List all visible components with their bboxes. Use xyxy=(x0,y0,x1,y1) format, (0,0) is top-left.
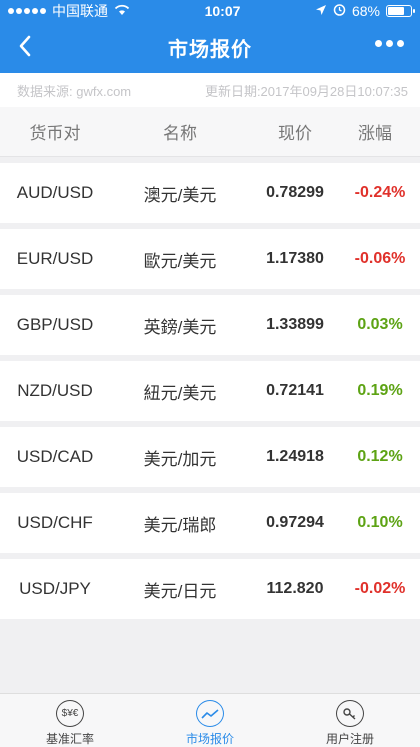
pair-code: USD/JPY xyxy=(19,579,91,598)
change-value: -0.02% xyxy=(354,580,406,597)
quote-row[interactable]: USD/CHF 美元/瑞郎 0.97294 0.10% xyxy=(0,493,420,553)
tab-label: 市场报价 xyxy=(185,732,234,746)
nav-bar: 市场报价 xyxy=(0,22,420,73)
pair-code: EUR/USD xyxy=(16,249,94,268)
tab-label: 用户注册 xyxy=(325,732,374,746)
change-value: 0.10% xyxy=(357,514,403,531)
quote-row[interactable]: USD/JPY 美元/日元 112.820 -0.02% xyxy=(0,559,420,619)
more-button[interactable] xyxy=(369,34,410,53)
back-button[interactable] xyxy=(10,31,40,61)
chart-line-icon xyxy=(196,700,224,727)
header-name: 名称 xyxy=(163,124,197,143)
header-change: 涨幅 xyxy=(358,124,392,143)
battery-label: 68% xyxy=(351,3,380,19)
carrier-label: 中国联通 xyxy=(52,3,108,19)
pair-name: 美元/加元 xyxy=(143,449,217,469)
tab-bar: $¥€ 基准汇率 市场报价 用户注册 xyxy=(0,693,420,747)
table-header: 货币对 名称 现价 涨幅 xyxy=(0,107,420,157)
location-icon xyxy=(315,3,327,19)
key-icon xyxy=(336,700,364,727)
tab-label: 基准汇率 xyxy=(45,732,94,746)
pair-name: 美元/日元 xyxy=(143,581,217,601)
currency-icon: $¥€ xyxy=(56,700,84,727)
change-value: -0.06% xyxy=(354,250,406,267)
tab-base-rate[interactable]: $¥€ 基准汇率 xyxy=(0,694,140,747)
more-dot-icon xyxy=(375,40,382,47)
header-pair: 货币对 xyxy=(29,124,81,143)
tab-register[interactable]: 用户注册 xyxy=(280,694,420,747)
chevron-left-icon xyxy=(19,35,31,57)
pair-code: AUD/USD xyxy=(16,183,94,202)
change-value: -0.24% xyxy=(354,184,406,201)
change-value: 0.03% xyxy=(357,316,403,333)
alarm-icon xyxy=(333,3,346,19)
page-title: 市场报价 xyxy=(168,39,252,61)
change-value: 0.19% xyxy=(357,382,403,399)
quote-row[interactable]: USD/CAD 美元/加元 1.24918 0.12% xyxy=(0,427,420,487)
top-bar: 中国联通 10:07 68% 市场报价 xyxy=(0,0,420,73)
pair-name: 歐元/美元 xyxy=(143,251,217,271)
pair-code: NZD/USD xyxy=(17,381,93,400)
battery-icon xyxy=(386,5,415,17)
quote-row[interactable]: GBP/USD 英鎊/美元 1.33899 0.03% xyxy=(0,295,420,355)
tab-market[interactable]: 市场报价 xyxy=(140,694,280,747)
quote-row[interactable]: NZD/USD 紐元/美元 0.72141 0.19% xyxy=(0,361,420,421)
pair-name: 澳元/美元 xyxy=(143,185,217,205)
data-source: 数据来源: gwfx.com xyxy=(17,83,132,99)
info-bar: 数据来源: gwfx.com 更新日期:2017年09月28日10:07:35 xyxy=(0,73,420,107)
change-value: 0.12% xyxy=(357,448,403,465)
update-date: 更新日期:2017年09月28日10:07:35 xyxy=(204,83,408,99)
quote-row[interactable]: EUR/USD 歐元/美元 1.17380 -0.06% xyxy=(0,229,420,289)
signal-icon xyxy=(8,8,46,14)
pair-code: USD/CAD xyxy=(16,447,94,466)
wifi-icon xyxy=(114,3,130,19)
status-bar: 中国联通 10:07 68% xyxy=(0,0,420,22)
clock-label: 10:07 xyxy=(204,3,241,19)
pair-code: GBP/USD xyxy=(16,315,94,334)
pair-name: 美元/瑞郎 xyxy=(143,515,217,535)
pair-code: USD/CHF xyxy=(17,513,93,532)
quote-row[interactable]: AUD/USD 澳元/美元 0.78299 -0.24% xyxy=(0,163,420,223)
pair-name: 英鎊/美元 xyxy=(143,317,217,337)
pair-name: 紐元/美元 xyxy=(143,383,217,403)
